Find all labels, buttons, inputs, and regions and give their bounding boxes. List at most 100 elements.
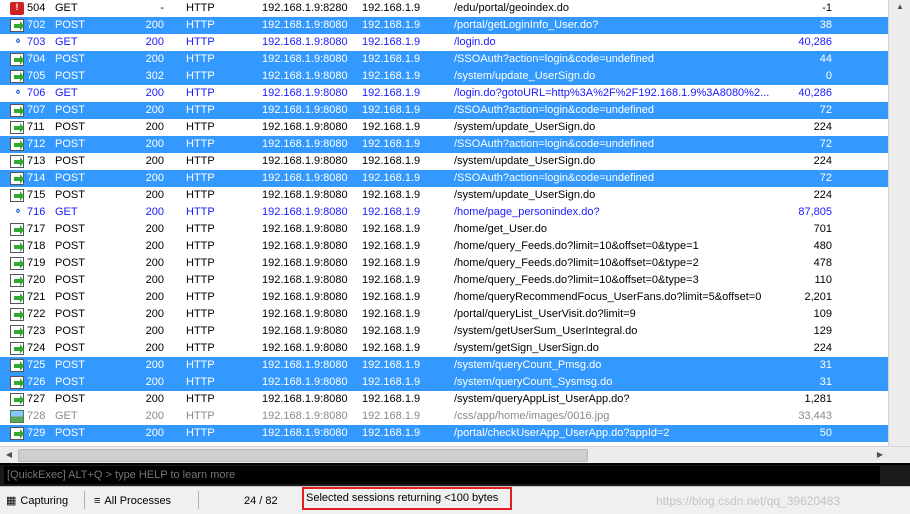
session-row[interactable]: 714 POST 200 HTTP 192.168.1.9:8080 192.168.1.…: [0, 170, 888, 187]
session-protocol: HTTP: [186, 172, 215, 184]
capture-toggle[interactable]: ▦ Capturing: [6, 491, 68, 511]
session-row[interactable]: 719 POST 200 HTTP 192.168.1.9:8080 192.168.1.…: [0, 255, 888, 272]
horizontal-scrollbar[interactable]: ◀ ▶: [0, 446, 910, 463]
session-row[interactable]: 704 POST 200 HTTP 192.168.1.9:8080 192.168.1.…: [0, 51, 888, 68]
session-result: 200: [145, 393, 164, 405]
session-row[interactable]: 713 POST 200 HTTP 192.168.1.9:8080 192.168.1.…: [0, 153, 888, 170]
session-protocol: HTTP: [186, 274, 215, 286]
session-server-ip: 192.168.1.9: [362, 53, 421, 65]
session-body-size: 33,443: [798, 410, 832, 422]
session-row[interactable]: 705 POST 302 HTTP 192.168.1.9:8080 192.168.1.…: [0, 68, 888, 85]
session-row[interactable]: 723 POST 200 HTTP 192.168.1.9:8080 192.168.1.…: [0, 323, 888, 340]
session-url: /SSOAuth?action=login&code=undefined: [454, 172, 654, 184]
process-filter[interactable]: ≡ All Processes: [94, 491, 171, 511]
session-url: /css/app/home/images/0016.jpg: [454, 410, 610, 422]
session-protocol: HTTP: [186, 240, 215, 252]
session-body-size: 1,281: [804, 393, 832, 405]
session-url: /SSOAuth?action=login&code=undefined: [454, 104, 654, 116]
session-method: POST: [55, 138, 85, 150]
session-url: /SSOAuth?action=login&code=undefined: [454, 138, 654, 150]
session-server-ip: 192.168.1.9: [362, 189, 421, 201]
session-row[interactable]: 721 POST 200 HTTP 192.168.1.9:8080 192.168.1.…: [0, 289, 888, 306]
session-row[interactable]: 715 POST 200 HTTP 192.168.1.9:8080 192.168.1.…: [0, 187, 888, 204]
session-protocol: HTTP: [186, 206, 215, 218]
session-server-ip: 192.168.1.9: [362, 223, 421, 235]
session-row[interactable]: ! 504 GET - HTTP 192.168.1.9:8280 192.168.1.9 /…: [0, 0, 888, 17]
session-number: 716: [27, 206, 46, 218]
session-row[interactable]: 712 POST 200 HTTP 192.168.1.9:8080 192.168.1.…: [0, 136, 888, 153]
session-number: 727: [27, 393, 46, 405]
sessions-list[interactable]: ! 504 GET - HTTP 192.168.1.9:8280 192.168.1.9 /…: [0, 0, 888, 446]
session-method: POST: [55, 189, 85, 201]
session-row[interactable]: ‹› 706 GET 200 HTTP 192.168.1.9:8080 192.168.1…: [0, 85, 888, 102]
session-server-ip: 192.168.1.9: [362, 206, 421, 218]
session-number: 706: [27, 87, 46, 99]
session-server-ip: 192.168.1.9: [362, 427, 421, 439]
session-row[interactable]: 707 POST 200 HTTP 192.168.1.9:8080 192.168.1.…: [0, 102, 888, 119]
scroll-up-arrow-icon[interactable]: ▲: [892, 0, 908, 14]
session-row[interactable]: 702 POST 200 HTTP 192.168.1.9:8080 192.168.1.…: [0, 17, 888, 34]
session-row[interactable]: 728 GET 200 HTTP 192.168.1.9:8080 192.168.1.9…: [0, 408, 888, 425]
session-method: POST: [55, 393, 85, 405]
session-host: 192.168.1.9:8080: [262, 87, 348, 99]
document-icon: [10, 53, 24, 66]
document-icon: [10, 291, 24, 304]
horizontal-scroll-thumb[interactable]: [18, 449, 588, 462]
session-result: 200: [145, 410, 164, 422]
quickexec-input[interactable]: [4, 466, 880, 484]
session-row[interactable]: 729 POST 200 HTTP 192.168.1.9:8080 192.168.1.…: [0, 425, 888, 442]
document-icon: [10, 138, 24, 151]
status-message: Selected sessions returning <100 bytes: [302, 487, 513, 510]
session-body-size: 40,286: [798, 87, 832, 99]
session-host: 192.168.1.9:8080: [262, 36, 348, 48]
session-method: POST: [55, 342, 85, 354]
session-protocol: HTTP: [186, 393, 215, 405]
session-protocol: HTTP: [186, 308, 215, 320]
session-row[interactable]: 720 POST 200 HTTP 192.168.1.9:8080 192.168.1.…: [0, 272, 888, 289]
session-method: POST: [55, 104, 85, 116]
session-method: POST: [55, 223, 85, 235]
session-protocol: HTTP: [186, 359, 215, 371]
session-row[interactable]: 711 POST 200 HTTP 192.168.1.9:8080 192.168.1.…: [0, 119, 888, 136]
session-row[interactable]: 722 POST 200 HTTP 192.168.1.9:8080 192.168.1.…: [0, 306, 888, 323]
session-method: GET: [55, 206, 78, 218]
session-method: GET: [55, 36, 78, 48]
scroll-right-arrow-icon[interactable]: ▶: [872, 448, 888, 462]
session-row[interactable]: 725 POST 200 HTTP 192.168.1.9:8080 192.168.1.…: [0, 357, 888, 374]
session-url: /home/queryRecommendFocus_UserFans.do?li…: [454, 291, 762, 303]
session-body-size: -1: [822, 2, 832, 14]
session-method: POST: [55, 70, 85, 82]
session-protocol: HTTP: [186, 189, 215, 201]
session-row[interactable]: 727 POST 200 HTTP 192.168.1.9:8080 192.168.1.…: [0, 391, 888, 408]
html-arrows-icon: ‹›: [15, 205, 20, 217]
session-row[interactable]: 724 POST 200 HTTP 192.168.1.9:8080 192.168.1.…: [0, 340, 888, 357]
session-result: 200: [145, 325, 164, 337]
session-host: 192.168.1.9:8080: [262, 189, 348, 201]
session-host: 192.168.1.9:8080: [262, 121, 348, 133]
session-result: 200: [145, 308, 164, 320]
session-row[interactable]: 726 POST 200 HTTP 192.168.1.9:8080 192.168.1.…: [0, 374, 888, 391]
vertical-scrollbar[interactable]: ▲: [888, 0, 910, 446]
session-host: 192.168.1.9:8080: [262, 342, 348, 354]
session-host: 192.168.1.9:8280: [262, 2, 348, 14]
session-row[interactable]: ‹› 703 GET 200 HTTP 192.168.1.9:8080 192.168.1…: [0, 34, 888, 51]
session-number: 711: [27, 121, 45, 133]
session-method: POST: [55, 427, 85, 439]
session-row[interactable]: 718 POST 200 HTTP 192.168.1.9:8080 192.168.1.…: [0, 238, 888, 255]
session-result: 200: [145, 36, 164, 48]
document-icon: [10, 223, 24, 236]
session-url: /edu/portal/geoindex.do: [454, 2, 569, 14]
session-body-size: 2,201: [804, 291, 832, 303]
session-protocol: HTTP: [186, 410, 215, 422]
session-number: 729: [27, 427, 46, 439]
scroll-left-arrow-icon[interactable]: ◀: [1, 448, 17, 462]
session-row[interactable]: ‹› 716 GET 200 HTTP 192.168.1.9:8080 192.168.1…: [0, 204, 888, 221]
session-result: 200: [145, 206, 164, 218]
session-host: 192.168.1.9:8080: [262, 53, 348, 65]
document-icon: [10, 325, 24, 338]
session-number: 724: [27, 342, 46, 354]
document-icon: [10, 172, 24, 185]
session-method: GET: [55, 2, 78, 14]
session-number: 720: [27, 274, 46, 286]
session-row[interactable]: 717 POST 200 HTTP 192.168.1.9:8080 192.168.1.…: [0, 221, 888, 238]
